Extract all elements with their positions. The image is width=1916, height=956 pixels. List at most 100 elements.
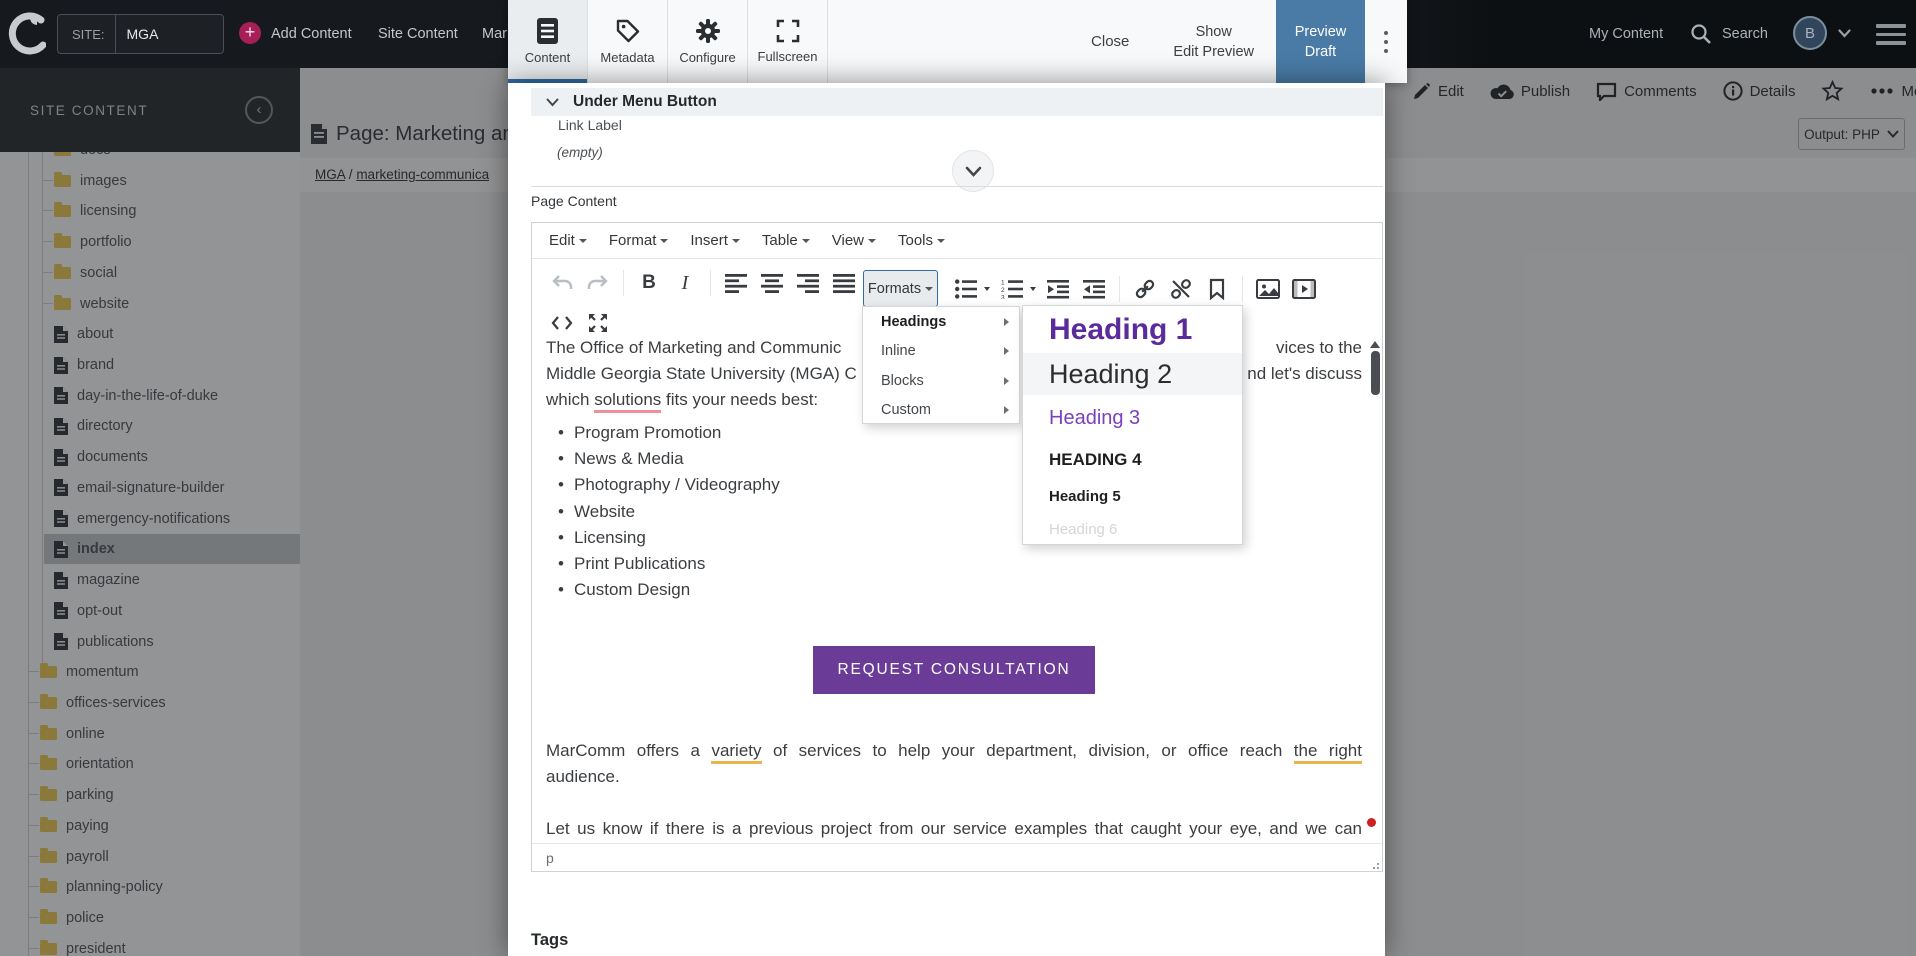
caret-down-icon	[579, 239, 587, 243]
close-button[interactable]: Close	[1091, 33, 1129, 50]
scrollbar-thumb[interactable]	[1371, 351, 1380, 395]
resize-grip[interactable]	[1370, 860, 1379, 869]
formats-dropdown-button[interactable]: Formats	[863, 270, 938, 307]
metadata-tag-icon	[615, 18, 641, 44]
editor-menubar: EditFormatInsertTableViewTools	[532, 223, 1382, 259]
indent-button[interactable]	[1082, 277, 1106, 301]
section-title: Under Menu Button	[573, 93, 717, 111]
menubar-format[interactable]: Format	[598, 232, 680, 249]
headings-submenu-item-heading-6[interactable]: Heading 6	[1023, 513, 1242, 546]
show-edit-preview-button[interactable]: Show Edit Preview	[1173, 22, 1254, 62]
avatar[interactable]: B	[1793, 16, 1827, 50]
source-code-button[interactable]	[550, 311, 574, 335]
hamburger-menu-icon[interactable]	[1876, 24, 1906, 45]
avatar-chevron-down-icon[interactable]	[1838, 29, 1850, 37]
bullet-list-caret-icon[interactable]	[984, 287, 990, 291]
site-selector[interactable]: SITE: MGA	[57, 14, 224, 54]
modal-actions: Close Show Edit Preview Preview Draft	[1091, 0, 1407, 83]
section-chevron-down-icon	[546, 98, 559, 107]
formats-menu-item-custom[interactable]: Custom	[863, 396, 1019, 426]
tab-fullscreen-label: Fullscreen	[758, 49, 818, 64]
insert-media-button[interactable]	[1292, 277, 1316, 301]
site-value: MGA	[116, 26, 159, 42]
bullet-item: Custom Design	[546, 577, 780, 603]
align-center-button[interactable]	[760, 271, 784, 295]
formats-menu-item-headings[interactable]: Headings	[863, 307, 1019, 337]
cascade-logo-icon[interactable]	[8, 11, 46, 57]
site-label: SITE:	[58, 27, 115, 42]
my-content-link[interactable]: My Content	[1589, 26, 1663, 42]
link-label-field-value: (empty)	[557, 145, 603, 160]
editor-fullscreen-button[interactable]	[586, 311, 610, 335]
menubar-insert[interactable]: Insert	[679, 232, 751, 249]
headings-submenu-item-heading-5[interactable]: Heading 5	[1023, 479, 1242, 513]
menubar-view[interactable]: View	[821, 232, 887, 249]
scroll-up-icon[interactable]	[1370, 341, 1380, 348]
caret-down-icon	[925, 287, 933, 291]
link-label-field-label: Link Label	[558, 117, 622, 133]
formats-menu-item-blocks[interactable]: Blocks	[863, 366, 1019, 396]
headings-submenu-item-heading-2[interactable]: Heading 2	[1023, 353, 1242, 395]
kebab-menu-icon[interactable]	[1365, 0, 1407, 83]
element-path[interactable]: p	[546, 850, 554, 866]
add-content-button[interactable]: Add Content	[271, 26, 352, 42]
paragraph-line: MarComm offers a variety of services to …	[546, 738, 1362, 764]
headings-submenu-item-heading-3[interactable]: Heading 3	[1023, 395, 1242, 441]
tab-content-label: Content	[525, 50, 571, 65]
app-root: SITE: MGA + Add Content Site Content Mar…	[0, 0, 1916, 956]
outdent-button[interactable]	[1046, 277, 1070, 301]
tab-fullscreen[interactable]: Fullscreen	[748, 0, 828, 83]
bullet-item: News & Media	[546, 446, 780, 472]
menubar-table[interactable]: Table	[751, 232, 821, 249]
svg-text:2: 2	[1001, 286, 1005, 293]
headings-submenu-item-heading-4[interactable]: HEADING 4	[1023, 441, 1242, 479]
nav-site-content[interactable]: Site Content	[378, 26, 458, 42]
numbered-list-caret-icon[interactable]	[1030, 287, 1036, 291]
anchor-bookmark-button[interactable]	[1205, 277, 1229, 301]
request-consultation-button[interactable]: REQUEST CONSULTATION	[813, 646, 1095, 694]
insert-link-button[interactable]	[1133, 277, 1157, 301]
align-right-button[interactable]	[796, 271, 820, 295]
bullet-list-button[interactable]	[954, 277, 978, 301]
insert-image-button[interactable]	[1256, 277, 1280, 301]
search-link[interactable]: Search	[1722, 26, 1768, 42]
highlighted-word: the right	[1294, 741, 1362, 764]
align-left-button[interactable]	[724, 271, 748, 295]
italic-button[interactable]: I	[673, 271, 697, 295]
bold-button[interactable]: B	[637, 271, 661, 295]
formats-label: Formats	[868, 281, 921, 297]
bullet-item: Program Promotion	[546, 420, 780, 446]
headings-submenu-item-heading-1[interactable]: Heading 1	[1023, 306, 1242, 353]
align-justify-button[interactable]	[832, 271, 856, 295]
preview-draft-button[interactable]: Preview Draft	[1276, 0, 1365, 83]
service-bullet-list: Program PromotionNews & MediaPhotography…	[546, 420, 780, 603]
edit-modal-body: Under Menu Button Link Label (empty) Pag…	[508, 83, 1385, 956]
caret-down-icon	[868, 239, 876, 243]
undo-button[interactable]	[550, 271, 574, 295]
editor-toolbar-row1: B I Formats	[532, 259, 1382, 307]
numbered-list-button[interactable]: 123	[1000, 277, 1024, 301]
nav-truncated[interactable]: Mar	[482, 26, 507, 42]
menubar-tools[interactable]: Tools	[887, 232, 956, 249]
redo-button[interactable]	[586, 271, 610, 295]
headings-submenu: Heading 1Heading 2Heading 3HEADING 4Head…	[1022, 305, 1243, 545]
under-menu-button-section[interactable]: Under Menu Button	[531, 88, 1383, 116]
formats-menu-item-inline[interactable]: Inline	[863, 337, 1019, 367]
search-icon[interactable]	[1690, 23, 1712, 45]
tab-configure[interactable]: Configure	[668, 0, 748, 83]
tags-heading: Tags	[531, 931, 568, 950]
edit-modal-header: Content Metadata Configure Fullscreen Cl…	[508, 0, 1407, 83]
spellcheck-error-dot	[1367, 818, 1376, 827]
editor-scrollbar[interactable]	[1370, 341, 1380, 841]
tab-metadata[interactable]: Metadata	[588, 0, 668, 83]
fullscreen-icon	[776, 19, 800, 43]
content-icon	[537, 18, 558, 44]
tab-content[interactable]: Content	[508, 0, 588, 83]
add-content-icon[interactable]: +	[239, 22, 261, 44]
tab-metadata-label: Metadata	[600, 50, 654, 65]
paragraph-line: Let us know if there is a previous proje…	[546, 816, 1362, 842]
submenu-arrow-icon	[1004, 377, 1009, 385]
bullet-item: Photography / Videography	[546, 472, 780, 498]
menubar-edit[interactable]: Edit	[538, 232, 598, 249]
unlink-button[interactable]	[1169, 277, 1193, 301]
